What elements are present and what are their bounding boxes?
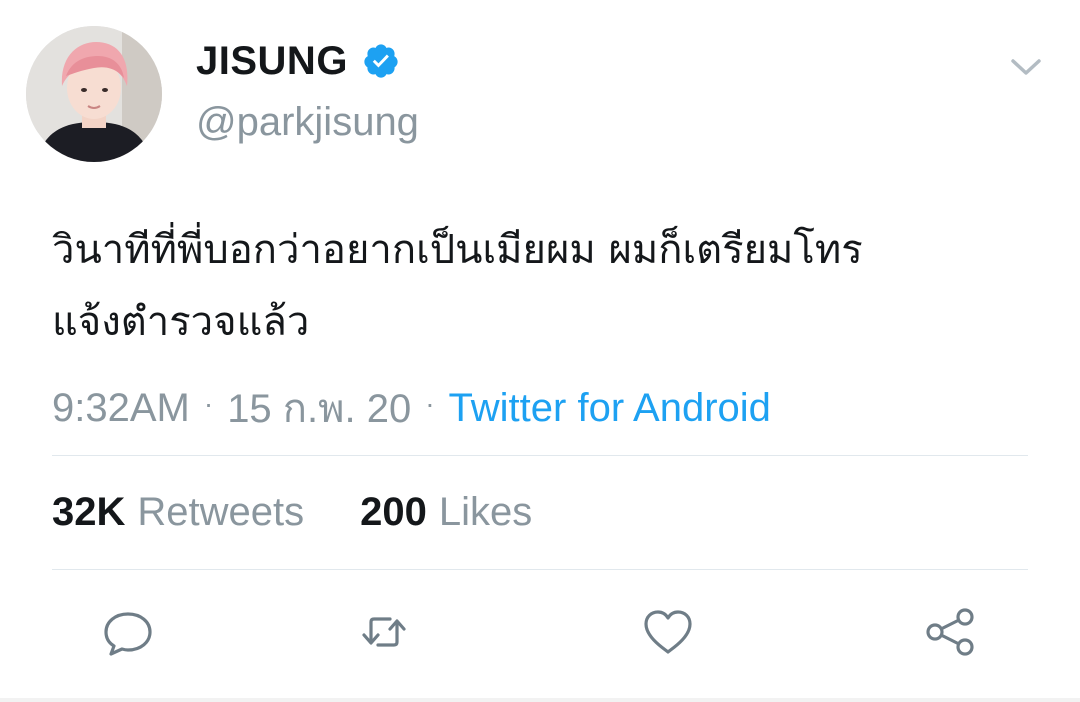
heart-icon[interactable]: [636, 600, 700, 664]
divider: [52, 455, 1028, 456]
tweet-text-line: แจ้งตำรวจแล้ว: [52, 299, 310, 345]
retweets-count: 32K: [52, 490, 126, 534]
tweet-stats: 32K Retweets 200 Likes: [52, 490, 532, 535]
tweet-text-line: วินาทีที่พี่บอกว่าอยากเป็นเมียผม ผมก็เตร…: [52, 227, 863, 273]
separator: ·: [425, 388, 435, 419]
tweet-meta: 9:32AM · 15 ก.พ. 20 · Twitter for Androi…: [52, 376, 771, 440]
bottom-edge: [0, 698, 1080, 702]
tweet-time: 9:32AM: [52, 385, 190, 430]
avatar-image: [26, 26, 162, 162]
likes-stat[interactable]: 200 Likes: [360, 490, 532, 535]
separator: ·: [203, 388, 214, 419]
reply-icon[interactable]: [96, 600, 160, 664]
likes-label: Likes: [438, 490, 533, 534]
likes-count: 200: [360, 490, 427, 534]
retweet-icon[interactable]: [352, 600, 416, 664]
user-name-row: JISUNG: [196, 34, 400, 88]
share-icon[interactable]: [918, 600, 982, 664]
avatar[interactable]: [26, 26, 162, 162]
divider: [52, 569, 1028, 570]
verified-badge-icon: [362, 42, 400, 80]
chevron-down-icon[interactable]: [1006, 52, 1046, 82]
tweet-source-link[interactable]: Twitter for Android: [449, 386, 771, 431]
tweet-date: 15 ก.พ. 20: [227, 387, 412, 431]
retweets-label: Retweets: [137, 490, 305, 534]
user-handle[interactable]: @parkjisung: [196, 100, 419, 145]
tweet-text: วินาทีที่พี่บอกว่าอยากเป็นเมียผม ผมก็เตร…: [52, 214, 1052, 358]
display-name[interactable]: JISUNG: [196, 39, 348, 84]
retweets-stat[interactable]: 32K Retweets: [52, 490, 304, 535]
